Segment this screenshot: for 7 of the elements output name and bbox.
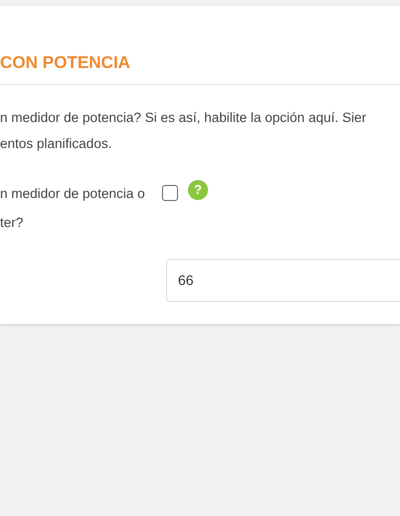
option-label: ter? (0, 214, 24, 232)
checkbox[interactable] (162, 185, 178, 201)
number-field[interactable]: 66 (166, 259, 400, 302)
section-title: CON POTENCIA (0, 52, 130, 74)
description-text: entos planificados. (0, 135, 112, 153)
option-label: n medidor de potencia o (0, 185, 145, 203)
description-text: n medidor de potencia? Si es así, habilite la opción aquí. Sier (0, 109, 366, 127)
